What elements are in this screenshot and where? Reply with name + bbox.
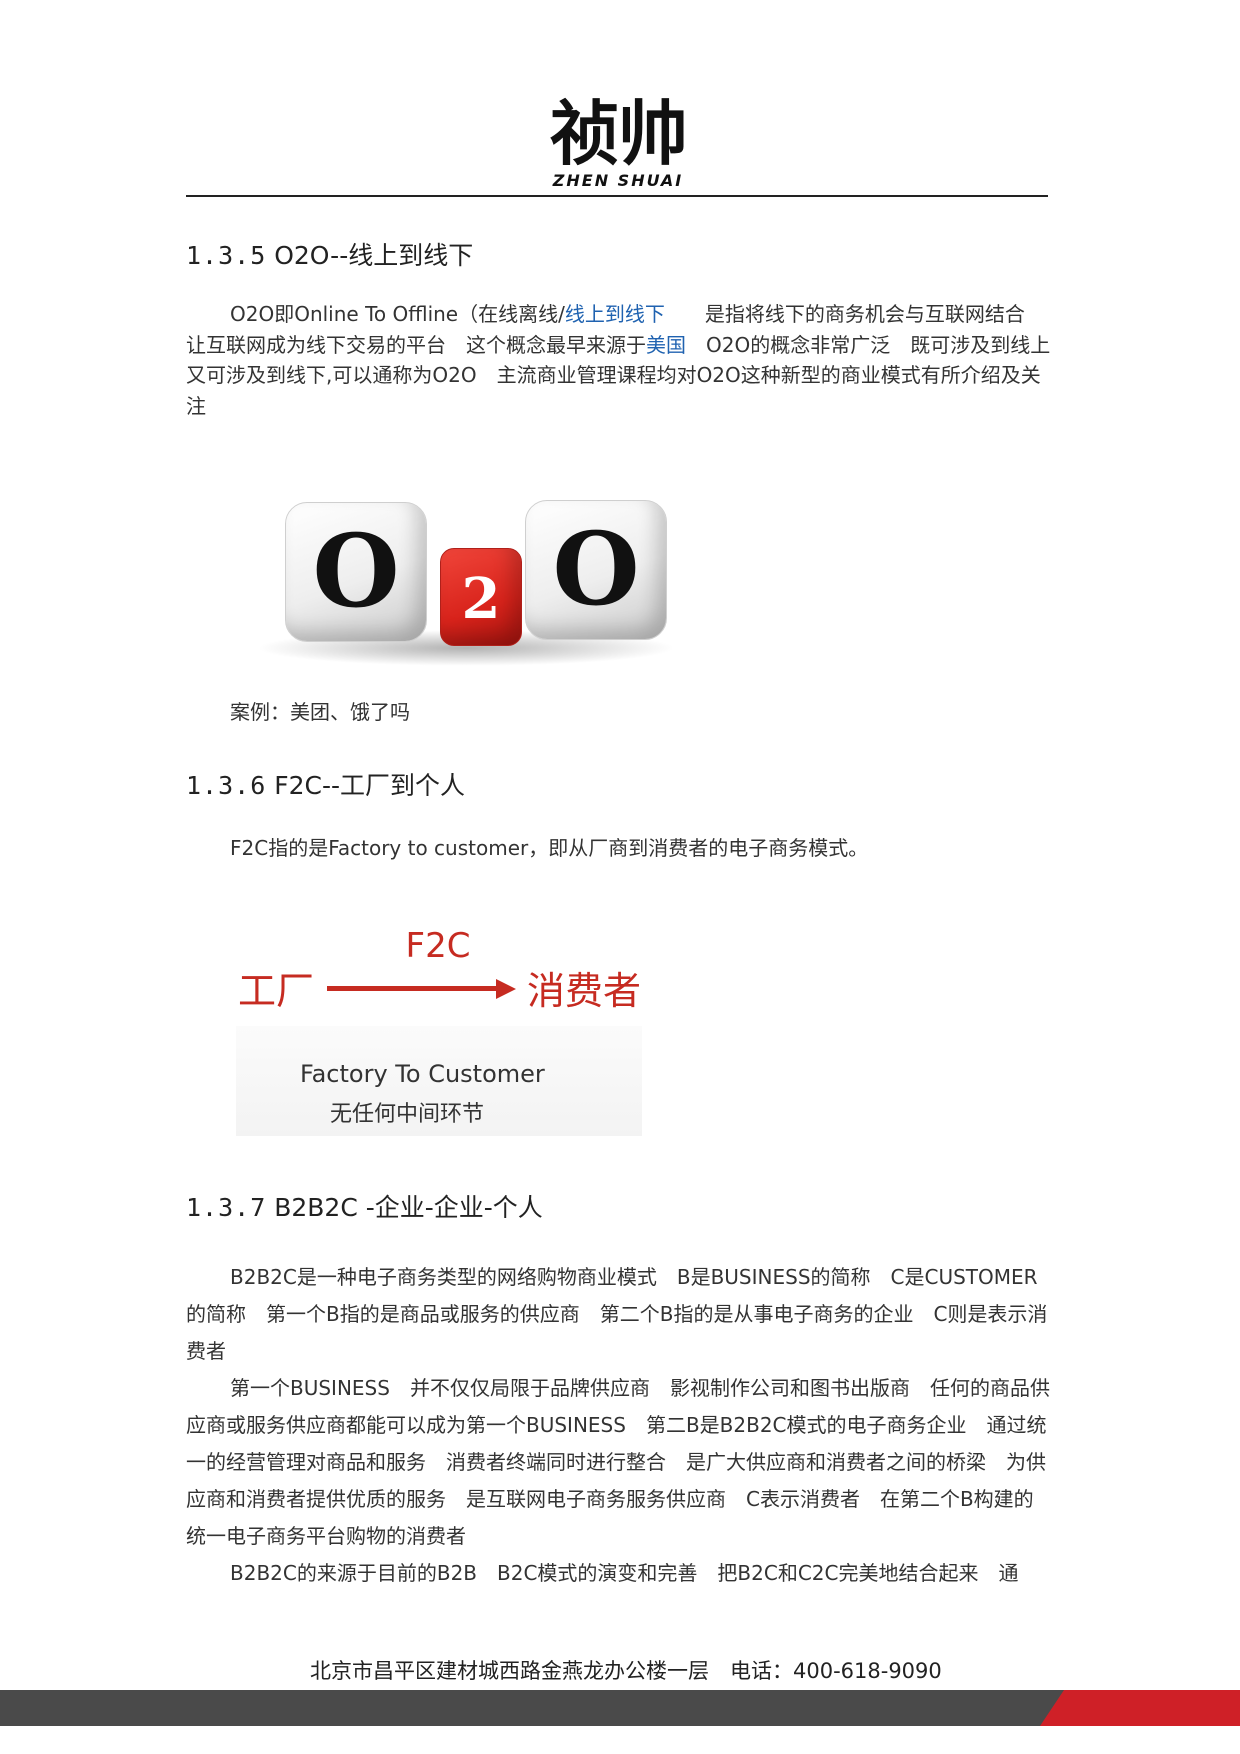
section-title-o2o: 1.3.5 O2O--线上到线下 — [186, 236, 473, 272]
section-heading: F2C--工厂到个人 — [274, 771, 466, 800]
die-middle: 2 — [440, 548, 522, 646]
logo-chinese: 祯帅 — [550, 93, 688, 175]
para-text: O2O即Online To Offline（在线离线/ — [230, 302, 565, 326]
factory-label: 工厂 — [238, 969, 315, 1013]
o2o-case-text: 案例：美团、饿了吗 — [230, 700, 410, 724]
arrow-head-icon — [496, 979, 516, 999]
die-left-char: O — [312, 512, 400, 630]
link-online-to-offline[interactable]: 线上到线下 — [565, 302, 665, 326]
section-number: 1.3.6 — [186, 771, 267, 800]
b2b2c-paragraph-3: B2B2C的来源于目前的B2B B2C模式的演变和完善 把B2C和C2C完美地结… — [230, 1561, 1019, 1585]
logo-english: ZHEN SHUAI — [552, 171, 684, 190]
b2b2c-paragraph-2: 第一个BUSINESS 并不仅仅局限于品牌供应商 影视制作公司和图书出版商 任何… — [186, 1376, 1050, 1548]
header-divider — [186, 195, 1048, 197]
b2b2c-paragraphs: B2B2C是一种电子商务类型的网络购物商业模式 B是BUSINESS的简称 C是… — [186, 1259, 1052, 1592]
die-right-char: O — [552, 510, 640, 628]
f2c-definition: F2C指的是Factory to customer，即从厂商到消费者的电子商务模… — [230, 836, 869, 860]
section-heading: O2O--线上到线下 — [274, 241, 474, 270]
arrow-line — [327, 986, 497, 991]
section-number: 1.3.7 — [186, 1193, 267, 1222]
caption-english: Factory To Customer — [300, 1060, 545, 1088]
die-middle-char: 2 — [461, 566, 501, 632]
footer-address: 北京市昌平区建材城西路金燕龙办公楼一层 电话：400-618-9090 — [310, 1659, 942, 1683]
b2b2c-paragraph-1: B2B2C是一种电子商务类型的网络购物商业模式 B是BUSINESS的简称 C是… — [186, 1265, 1048, 1363]
die-right: O — [525, 500, 667, 640]
o2o-paragraph: O2O即Online To Offline（在线离线/线上到线下 是指将线下的商… — [186, 299, 1070, 421]
f2c-diagram-image: 工厂 F2C 消费者 Factory To Customer 无任何中间环节 — [230, 920, 650, 1140]
section-number: 1.3.5 — [186, 241, 267, 270]
link-usa[interactable]: 美国 — [646, 333, 686, 357]
company-logo: 祯帅 ZHEN SHUAI — [548, 96, 688, 190]
consumer-label: 消费者 — [527, 969, 642, 1013]
footer-bar — [0, 1690, 1240, 1726]
footer-bar-accent — [1040, 1690, 1240, 1726]
section-title-b2b2c: 1.3.7 B2B2C -企业-企业-个人 — [186, 1188, 543, 1224]
die-left: O — [285, 502, 427, 642]
caption-chinese: 无任何中间环节 — [330, 1102, 485, 1127]
o2o-dice-image: O 2 O — [250, 490, 680, 666]
section-title-f2c: 1.3.6 F2C--工厂到个人 — [186, 766, 465, 802]
section-heading: B2B2C -企业-企业-个人 — [274, 1193, 543, 1222]
f2c-arrow-label: F2C — [405, 926, 471, 966]
